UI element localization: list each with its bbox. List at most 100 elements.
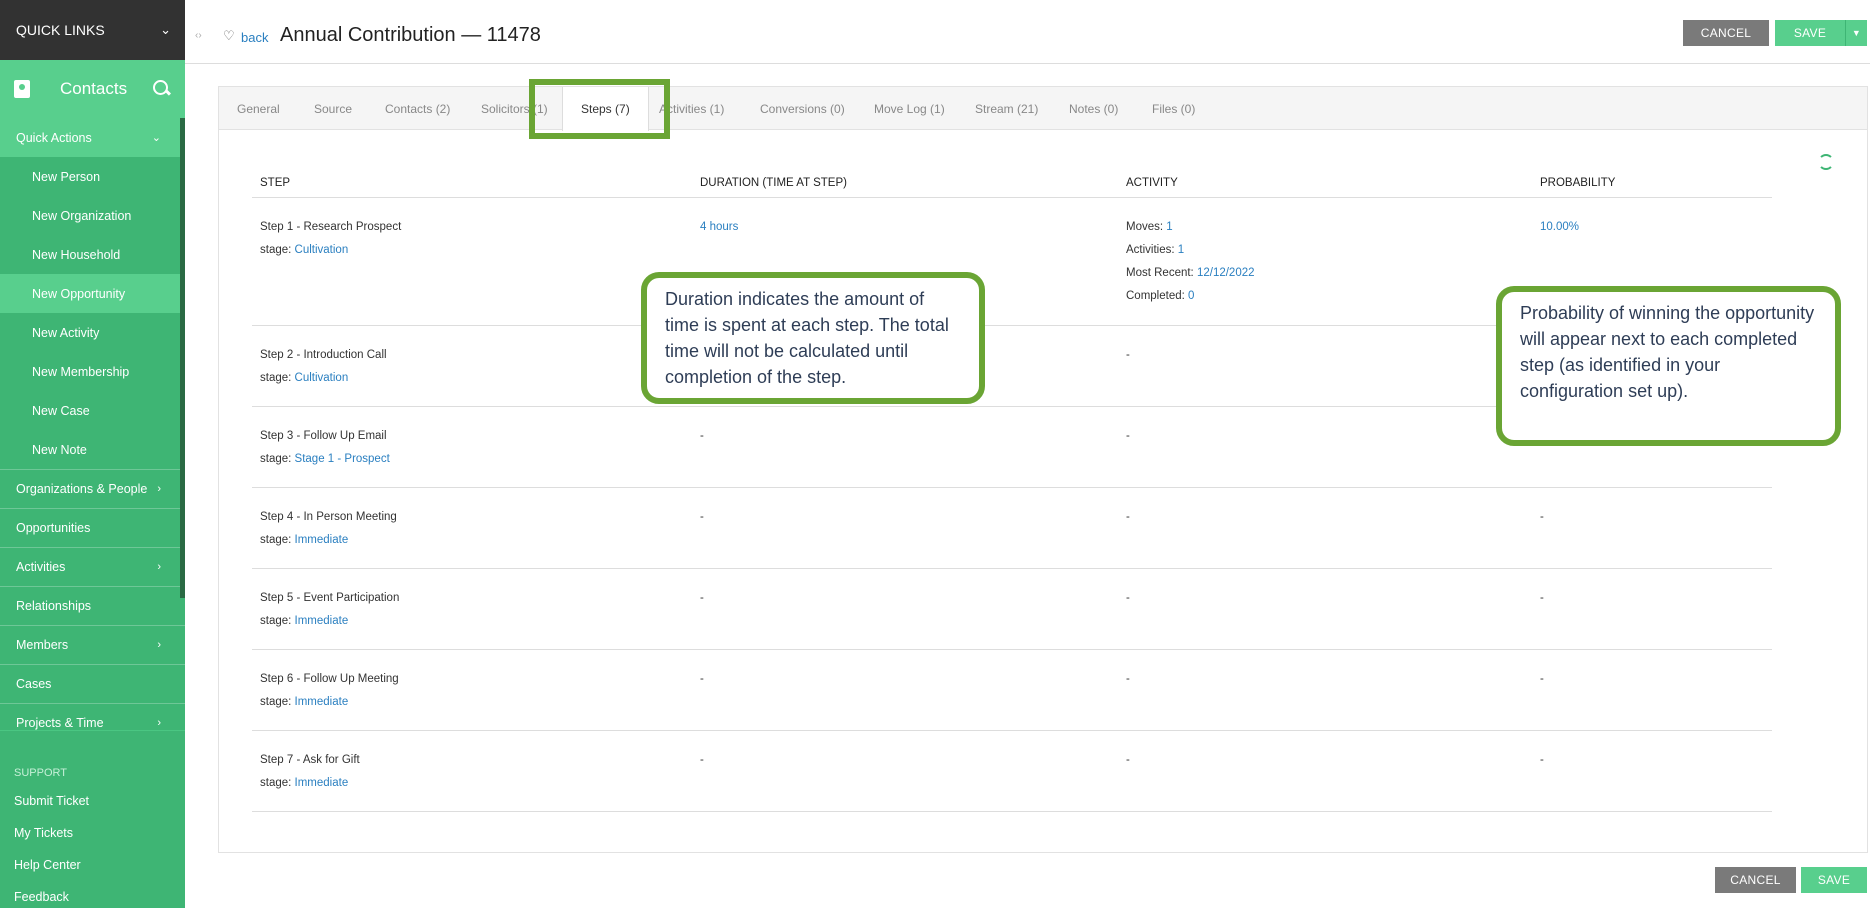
sidebar-item-organizations-people[interactable]: Organizations & People › (0, 469, 185, 508)
refresh-icon[interactable] (1818, 154, 1834, 170)
stage-prefix: stage: (260, 452, 292, 465)
sidebar-item-label: Opportunities (16, 521, 91, 535)
tab-files[interactable]: Files (0) (1152, 87, 1195, 131)
quick-actions-label: Quick Actions (16, 130, 92, 145)
quick-action-new-opportunity[interactable]: New Opportunity (0, 274, 185, 313)
quick-action-label: New Activity (32, 325, 100, 340)
sidebar-item-activities[interactable]: Activities › (0, 547, 185, 586)
step-name: Step 5 - Event Participation (260, 591, 400, 604)
activity-value[interactable]: 1 (1178, 244, 1184, 256)
stage-link[interactable]: Cultivation (295, 372, 349, 384)
quick-action-new-case[interactable]: New Case (0, 391, 185, 430)
sidebar-item-label: Activities (16, 560, 66, 574)
table-row: Step 6 - Follow Up Meeting stage: Immedi… (252, 649, 1772, 731)
probability-callout: Probability of winning the opportunity w… (1496, 286, 1841, 446)
table-row: Step 7 - Ask for Gift stage: Immediate -… (252, 730, 1772, 812)
table-row: Step 4 - In Person Meeting stage: Immedi… (252, 487, 1772, 569)
chevron-right-icon: › (157, 483, 161, 495)
duration-cell: - (692, 568, 1118, 650)
quick-action-new-person[interactable]: New Person (0, 157, 185, 196)
quick-action-new-organization[interactable]: New Organization (0, 196, 185, 235)
probability-link[interactable]: 10.00% (1540, 221, 1579, 233)
activity-completed: Completed: 0 (1126, 285, 1532, 308)
tab-move-log[interactable]: Move Log (1) (874, 87, 945, 131)
quick-action-new-household[interactable]: New Household (0, 235, 185, 274)
step-cell: Step 6 - Follow Up Meeting stage: Immedi… (252, 649, 692, 731)
activity-cell: - (1118, 649, 1532, 731)
activity-value[interactable]: 1 (1166, 221, 1172, 233)
quick-action-new-note[interactable]: New Note (0, 430, 185, 469)
footer-save-button[interactable]: SAVE (1801, 867, 1867, 893)
column-header-probability: PROBABILITY (1532, 170, 1772, 198)
stage-link[interactable]: Immediate (295, 696, 349, 708)
tab-conversions[interactable]: Conversions (0) (760, 87, 845, 131)
support-link-submit-ticket[interactable]: Submit Ticket (0, 785, 185, 817)
chevron-down-icon: ⌄ (160, 22, 171, 37)
stage-prefix: stage: (260, 533, 292, 546)
contacts-icon (14, 80, 30, 98)
step-stage: stage: Stage 1 - Prospect (260, 448, 692, 471)
tab-bar: General Source Contacts (2) Solicitors (… (218, 86, 1868, 131)
stage-link[interactable]: Immediate (295, 534, 349, 546)
step-name: Step 6 - Follow Up Meeting (260, 672, 399, 685)
probability-cell: - (1532, 568, 1772, 650)
quick-action-new-membership[interactable]: New Membership (0, 352, 185, 391)
activity-cell: - (1118, 487, 1532, 569)
cancel-button[interactable]: CANCEL (1683, 20, 1769, 46)
step-cell: Step 3 - Follow Up Email stage: Stage 1 … (252, 406, 692, 488)
quick-action-label: New Note (32, 442, 87, 457)
tab-stream[interactable]: Stream (21) (975, 87, 1038, 131)
stage-link[interactable]: Stage 1 - Prospect (295, 453, 390, 465)
support-link-help-center[interactable]: Help Center (0, 849, 185, 881)
sidebar-item-projects-time[interactable]: Projects & Time › (0, 703, 185, 730)
step-stage: stage: Cultivation (260, 239, 692, 262)
stage-link[interactable]: Immediate (295, 615, 349, 627)
collapse-sidebar-icon[interactable]: ‹› (195, 30, 202, 41)
quick-links-toggle[interactable]: QUICK LINKS ⌄ (0, 0, 185, 60)
sidebar-item-relationships[interactable]: Relationships (0, 586, 185, 625)
activity-value[interactable]: 12/12/2022 (1197, 267, 1255, 279)
stage-link[interactable]: Cultivation (295, 244, 349, 256)
quick-links-label: QUICK LINKS (16, 22, 105, 38)
activity-value[interactable]: 0 (1188, 290, 1194, 302)
quick-action-new-activity[interactable]: New Activity (0, 313, 185, 352)
sidebar-item-members[interactable]: Members › (0, 625, 185, 664)
activity-cell: - (1118, 730, 1532, 812)
support-link-my-tickets[interactable]: My Tickets (0, 817, 185, 849)
step-stage: stage: Immediate (260, 610, 692, 633)
footer-cancel-button[interactable]: CANCEL (1715, 867, 1796, 893)
tab-source[interactable]: Source (314, 87, 352, 131)
stage-link[interactable]: Immediate (295, 777, 349, 789)
duration-link[interactable]: 4 hours (700, 221, 738, 233)
back-link[interactable]: back (241, 30, 268, 45)
sidebar-menu[interactable]: Quick Actions ⌄ New Person New Organizat… (0, 118, 185, 730)
stage-prefix: stage: (260, 371, 292, 384)
quick-actions-toggle[interactable]: Quick Actions ⌄ (0, 118, 185, 157)
quick-action-label: New Case (32, 403, 90, 418)
sidebar-item-cases[interactable]: Cases (0, 664, 185, 703)
duration-cell: - (692, 487, 1118, 569)
search-icon[interactable] (153, 80, 171, 98)
step-cell: Step 7 - Ask for Gift stage: Immediate (252, 730, 692, 812)
duration-cell: - (692, 730, 1118, 812)
sidebar-scrollbar[interactable] (180, 118, 185, 598)
column-header-step: STEP (252, 170, 692, 198)
tab-general[interactable]: General (237, 87, 280, 131)
step-name: Step 7 - Ask for Gift (260, 753, 360, 766)
table-row: Step 5 - Event Participation stage: Imme… (252, 568, 1772, 650)
module-title: Contacts (60, 79, 128, 98)
sidebar: QUICK LINKS ⌄ Contacts Quick Actions ⌄ N… (0, 0, 185, 908)
activity-cell: - (1118, 406, 1532, 488)
heart-icon[interactable]: ♡ (223, 28, 235, 44)
module-header[interactable]: Contacts (0, 60, 185, 118)
sidebar-item-opportunities[interactable]: Opportunities (0, 508, 185, 547)
support-link-feedback[interactable]: Feedback (0, 881, 185, 913)
save-button[interactable]: SAVE (1775, 20, 1845, 46)
activity-key: Moves: (1126, 220, 1164, 233)
sidebar-item-label: Relationships (16, 599, 92, 613)
tab-notes[interactable]: Notes (0) (1069, 87, 1118, 131)
tab-contacts[interactable]: Contacts (2) (385, 87, 450, 131)
step-stage: stage: Immediate (260, 529, 692, 552)
step-cell: Step 4 - In Person Meeting stage: Immedi… (252, 487, 692, 569)
save-options-dropdown[interactable]: ▼ (1845, 20, 1867, 46)
